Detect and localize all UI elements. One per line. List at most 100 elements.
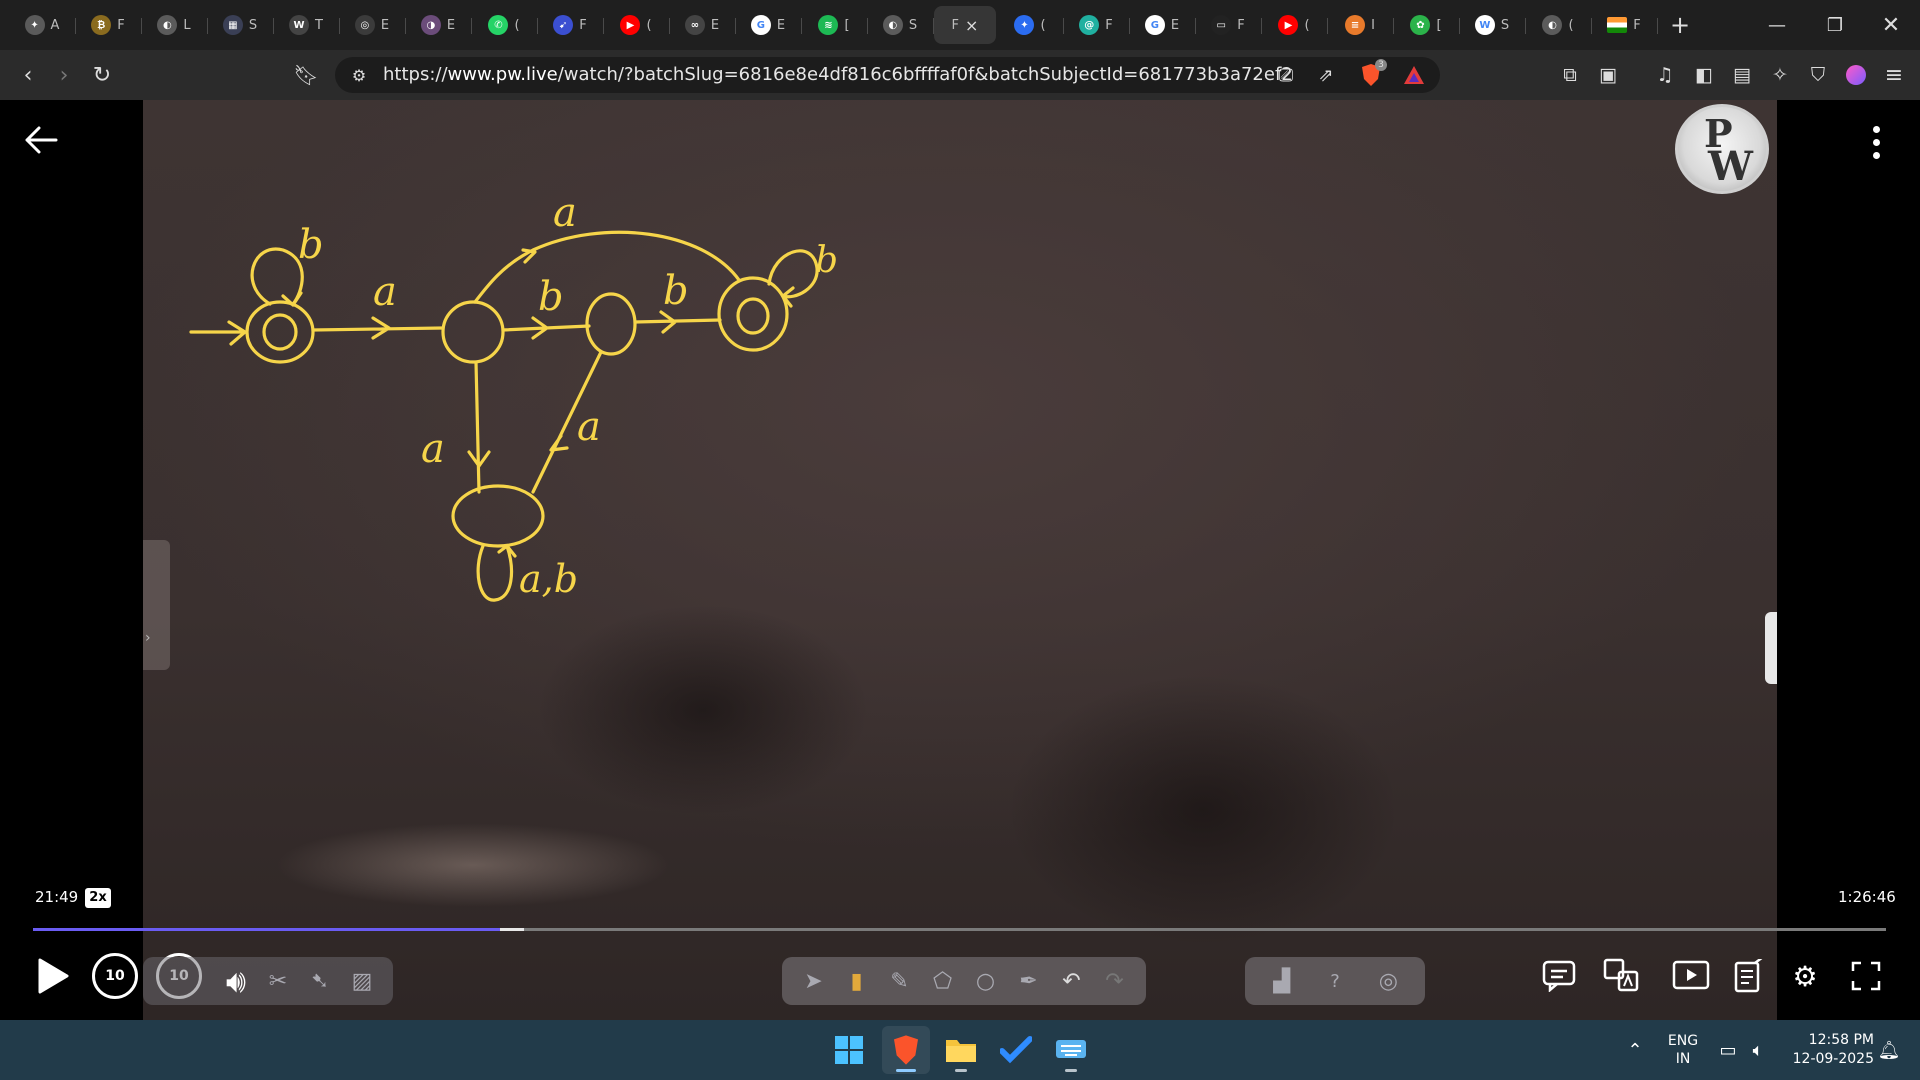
vpn-icon[interactable]: ⛉ [1800, 57, 1836, 93]
browser-tab[interactable]: WT [274, 6, 340, 44]
speed-badge[interactable]: 2x [85, 888, 111, 908]
pen-tool-icon[interactable]: ✎ [883, 964, 917, 998]
poll-icon[interactable]: ▟ [1265, 964, 1299, 998]
todo-icon[interactable] [992, 1026, 1040, 1074]
browser-tab[interactable]: ◐( [1526, 6, 1592, 44]
leo-ai-icon[interactable]: ✧ [1762, 57, 1798, 93]
browser-tab[interactable]: ◐ L [142, 6, 208, 44]
language-indicator[interactable]: ENG IN [1664, 1020, 1702, 1080]
site-settings-icon[interactable]: ⚙︎ [343, 57, 375, 93]
player-more-icon[interactable] [1870, 126, 1882, 159]
tab-title: E [446, 17, 456, 33]
chat-icon[interactable] [1536, 953, 1582, 999]
player-back-icon[interactable] [24, 122, 58, 162]
pointer-tool-icon[interactable]: ➷ [303, 964, 337, 998]
brave-taskbar-icon[interactable] [882, 1026, 930, 1074]
back-icon[interactable]: ‹ [8, 50, 48, 100]
browser-tab[interactable]: F × [934, 6, 996, 44]
notifications-icon[interactable]: 🔔︎ [1874, 1020, 1904, 1080]
wallet-icon[interactable]: ▤ [1724, 57, 1760, 93]
tab-title: F [1105, 17, 1113, 33]
file-explorer-icon[interactable] [937, 1026, 985, 1074]
translate-icon[interactable] [1598, 953, 1644, 999]
url-text[interactable]: https://www.pw.live/watch/?batchSlug=681… [383, 57, 1293, 93]
fullscreen-icon[interactable] [1843, 953, 1889, 999]
redo-icon[interactable]: ↷ [1098, 964, 1132, 998]
notes-icon[interactable] [1726, 953, 1772, 999]
arduino-icon: ∞ [684, 15, 705, 35]
undo-icon[interactable]: ↶ [1055, 964, 1089, 998]
volume-icon[interactable]: 🔊︎ [219, 962, 253, 1000]
close-window-icon[interactable]: ✕ [1862, 0, 1920, 50]
share-icon[interactable]: ⇗ [1310, 57, 1342, 93]
side-panel-toggle[interactable]: › [143, 540, 170, 670]
browser-tab[interactable]: ▶( [1262, 6, 1328, 44]
browser-tab[interactable]: ✿[ [1394, 6, 1460, 44]
clock[interactable]: 12:58 PM 12-09-2025 [1784, 1020, 1874, 1080]
crop-tool-icon[interactable]: ✂︎ [261, 964, 295, 998]
browser-tab[interactable]: ◐ S [868, 6, 934, 44]
eraser-icon[interactable]: ⬠ [926, 964, 960, 998]
edge-q1-q2 [501, 316, 591, 340]
browser-tab[interactable]: ₿ F [76, 6, 142, 44]
network-icon[interactable]: ▭ [1714, 1020, 1742, 1080]
new-tab-button[interactable]: + [1662, 7, 1698, 43]
image-tool-icon[interactable]: ▨ [345, 964, 379, 998]
browser-tab[interactable]: ≋[ [802, 6, 868, 44]
tray-overflow-icon[interactable]: ⌃ [1620, 1020, 1650, 1080]
browser-tab[interactable]: ➹ F [538, 6, 604, 44]
browser-tab[interactable]: ∞ E [670, 6, 736, 44]
highlighter-icon[interactable]: ▮ [840, 964, 874, 998]
state-dead [451, 484, 545, 548]
browser-tab[interactable]: ≡ I [1328, 6, 1394, 44]
browser-tab[interactable]: F [1592, 6, 1658, 44]
keyboard-icon[interactable] [1047, 1026, 1095, 1074]
shape-tool-icon[interactable]: ○ [969, 964, 1003, 998]
menu-icon[interactable]: ≡ [1876, 57, 1912, 93]
browser-tab[interactable]: @ F [1064, 6, 1130, 44]
rewind-10-button[interactable]: 10 [92, 953, 138, 999]
picture-in-picture-icon[interactable] [1668, 953, 1714, 999]
reader-mode-icon[interactable]: ▣ [1590, 57, 1626, 93]
cast-icon[interactable]: ⎚ [1270, 57, 1302, 93]
sidebar-icon[interactable]: ◧ [1686, 57, 1722, 93]
play-button[interactable] [30, 946, 76, 1006]
speaker-icon[interactable]: 🔈︎ [1744, 1020, 1772, 1080]
progress-bar[interactable] [33, 928, 1886, 931]
video-player[interactable]: b a b b a b a a a,b › P W 21:49 2x 1:26:… [0, 100, 1920, 1020]
address-bar[interactable]: ⚙︎ https://www.pw.live/watch/?batchSlug=… [335, 57, 1440, 93]
youtube-icon: ▶ [1278, 15, 1299, 35]
tab-close-icon[interactable]: × [965, 16, 978, 35]
laser-pointer-icon[interactable]: ✒ [1012, 964, 1046, 998]
camera-icon[interactable]: ◎ [1371, 964, 1405, 998]
browser-tab[interactable]: ▦ S [208, 6, 274, 44]
browser-tab[interactable]: WS [1460, 6, 1526, 44]
media-icon[interactable]: ♫ [1647, 57, 1683, 93]
browser-tab[interactable]: GE [736, 6, 802, 44]
video-frame[interactable]: b a b b a b a a a,b [143, 100, 1777, 1020]
browser-tab[interactable]: ✦( [998, 6, 1064, 44]
minimize-icon[interactable]: — [1748, 0, 1806, 50]
browser-tab[interactable]: ✆( [472, 6, 538, 44]
brave-rewards-icon[interactable] [1398, 57, 1430, 93]
right-panel-handle[interactable] [1765, 612, 1777, 684]
cursor-tool-icon[interactable]: ➤ [797, 964, 831, 998]
restore-icon[interactable]: ❐ [1806, 0, 1864, 50]
question-icon[interactable]: ? [1318, 964, 1352, 998]
reload-icon[interactable]: ↻ [82, 50, 122, 100]
forward-icon[interactable]: › [44, 50, 84, 100]
profile-icon[interactable] [1838, 57, 1874, 93]
browser-tab[interactable]: GE [1130, 6, 1196, 44]
browser-tab[interactable]: ▶( [604, 6, 670, 44]
extensions-icon[interactable]: ⧉ [1552, 57, 1588, 93]
bookmark-icon[interactable]: 🔖︎ [286, 50, 326, 100]
settings-icon[interactable]: ⚙︎ [1782, 953, 1828, 999]
browser-tab[interactable]: ▭ F [1196, 6, 1262, 44]
browser-tab[interactable]: ◑ E [406, 6, 472, 44]
tab-title: E [380, 17, 390, 33]
brave-shield-icon[interactable]: 3 [1355, 57, 1387, 93]
browser-tab[interactable]: ✦ A [10, 6, 76, 44]
browser-tab[interactable]: ◎ E [340, 6, 406, 44]
start-icon[interactable] [825, 1026, 873, 1074]
coin-icon: ₿ [91, 15, 112, 35]
